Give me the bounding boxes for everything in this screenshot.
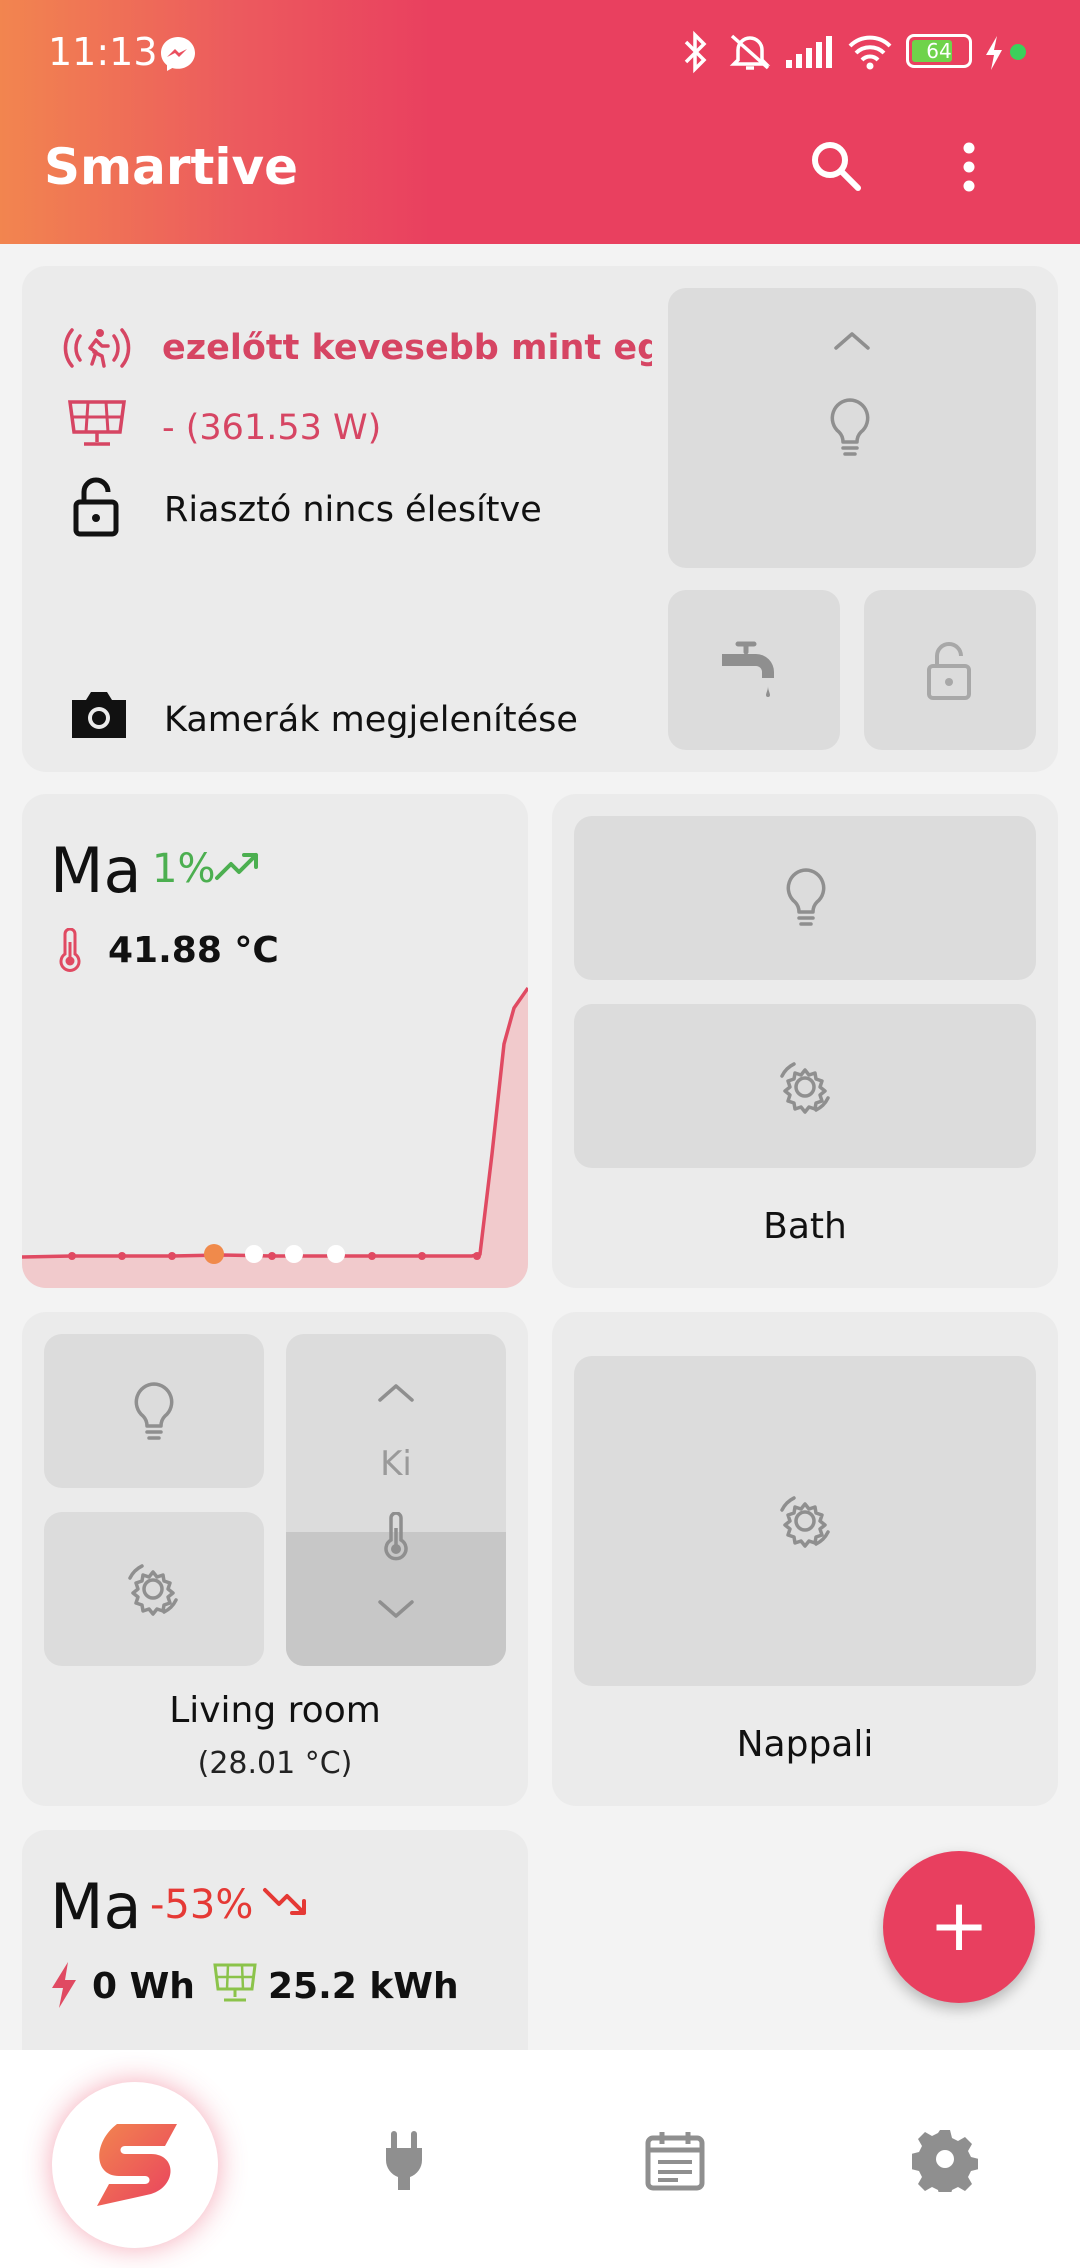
add-fab-label: + (928, 1883, 990, 1967)
more-vert-icon[interactable] (954, 138, 984, 198)
lightbulb-icon (830, 398, 870, 456)
room-name-bath: Bath (763, 1206, 847, 1247)
energy-card[interactable] (22, 1830, 528, 2070)
chart-point (118, 1252, 126, 1260)
solar-panel-icon (68, 400, 126, 446)
lightning-icon (52, 1962, 76, 2008)
thermostat-state: Ki (380, 1444, 412, 1484)
chart-point (68, 1252, 76, 1260)
chart-point (473, 1252, 481, 1260)
automation-gear-icon (780, 1062, 830, 1114)
messenger-icon (161, 37, 195, 71)
room-name-nappali: Nappali (736, 1724, 874, 1765)
pager-dot[interactable] (285, 1245, 303, 1263)
chart-point (268, 1252, 276, 1260)
alarm-status-text: Riasztó nincs élesítve (164, 490, 542, 530)
temperature-chart-area (22, 988, 528, 1288)
chevron-up-icon[interactable] (830, 326, 874, 356)
calendar-icon[interactable] (642, 2128, 708, 2194)
lock-open-icon (73, 477, 119, 537)
battery-level: 64 (926, 39, 952, 63)
thermometer-icon (59, 928, 81, 972)
automation-gear-icon (128, 1564, 178, 1616)
charging-icon (986, 36, 1002, 70)
living-room-temperature: (28.01 °C) (197, 1746, 353, 1781)
wifi-icon (848, 35, 892, 70)
lock-open-tile-icon (927, 642, 971, 700)
temperature-period: Ma (50, 834, 142, 907)
lightbulb-icon (786, 868, 826, 926)
signal-icon (786, 36, 832, 68)
status-time: 11:13 (48, 30, 158, 74)
thermometer-icon (384, 1512, 408, 1561)
energy-consumption: 0 Wh (92, 1966, 195, 2007)
energy-period: Ma (50, 1870, 142, 1943)
temperature-change: 1% (152, 846, 216, 892)
pager-dot[interactable] (327, 1245, 345, 1263)
trending-down-icon (263, 1888, 306, 1915)
faucet-icon (722, 641, 774, 697)
app-title: Smartive (44, 138, 299, 196)
nav-home-button[interactable] (52, 2082, 218, 2248)
mute-icon (729, 34, 771, 70)
energy-solar: 25.2 kWh (268, 1966, 459, 2007)
energy-change: -53% (150, 1882, 254, 1928)
chart-point (168, 1252, 176, 1260)
room-name-living-room: Living room (169, 1690, 381, 1731)
bluetooth-icon (684, 30, 707, 74)
pager-dot[interactable] (204, 1244, 224, 1264)
smartive-logo (97, 2124, 177, 2206)
show-cameras-link[interactable]: Kamerák megjelenítése (164, 700, 578, 740)
temperature-chart-line (22, 986, 528, 1259)
temperature-value: 41.88 °C (108, 930, 279, 971)
camera-icon[interactable] (68, 686, 130, 742)
chevron-down-icon[interactable] (374, 1594, 418, 1624)
plug-icon[interactable] (380, 2130, 428, 2194)
lightbulb-icon (134, 1382, 174, 1440)
chevron-up-icon[interactable] (374, 1378, 418, 1408)
trending-up-icon (215, 853, 258, 880)
solar-panel-icon (213, 1963, 257, 2002)
pager-dot[interactable] (245, 1245, 263, 1263)
search-icon[interactable] (806, 136, 866, 196)
settings-icon[interactable] (912, 2126, 978, 2192)
automation-gear-icon (780, 1496, 830, 1548)
solar-power-text: - (361.53 W) (162, 408, 382, 448)
battery-icon: 64 (906, 34, 972, 68)
chart-point (418, 1252, 426, 1260)
chart-point (368, 1252, 376, 1260)
motion-status-text: ezelőtt kevesebb mint egy... (162, 328, 652, 368)
notification-dot (1010, 44, 1026, 60)
add-fab-button[interactable]: + (883, 1851, 1035, 2003)
motion-sensor-icon (63, 328, 131, 368)
